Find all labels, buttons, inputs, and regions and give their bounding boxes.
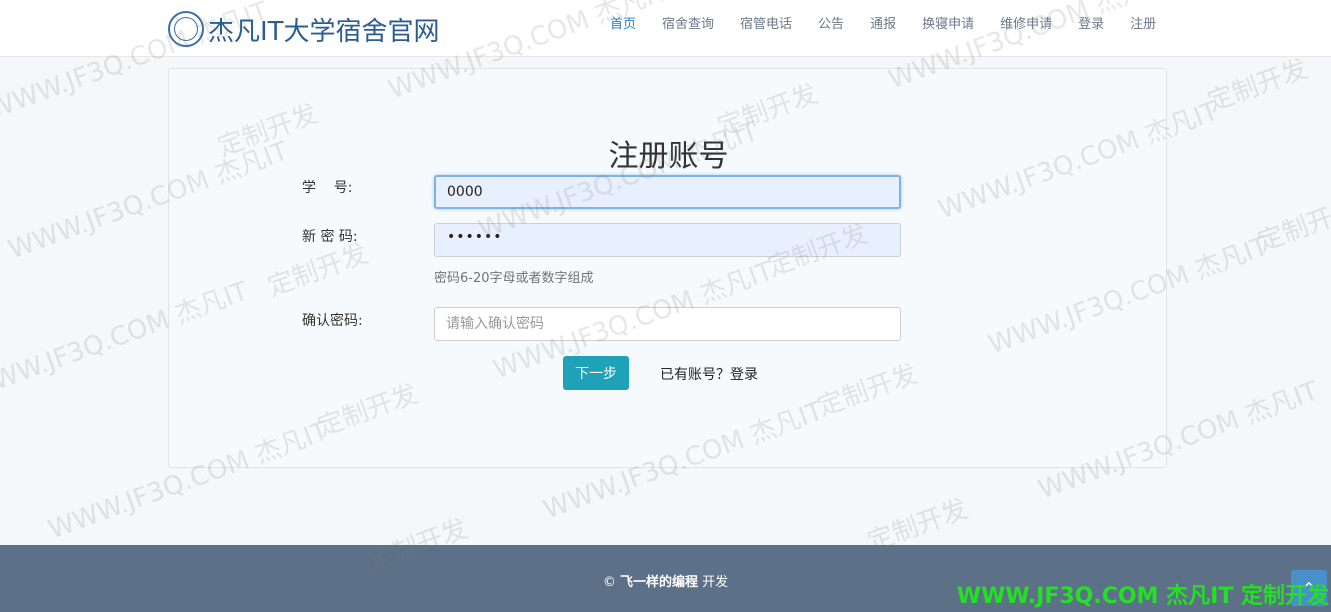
copyright-symbol: © [602, 575, 616, 590]
watermark-text: 定制开发 [1253, 193, 1331, 258]
promo-banner: WWW.JF3Q.COM 杰凡IT 定制开发 [956, 584, 1329, 609]
footer-suffix: 开发 [702, 575, 729, 590]
main-nav: 首页 宿舍查询 宿管电话 公告 通报 换寝申请 维修申请 登录 注册 [597, 0, 1169, 44]
nav-item-dorm-query[interactable]: 宿舍查询 [662, 13, 714, 32]
nav-item-room-change[interactable]: 换寝申请 [922, 13, 974, 32]
nav-item-notice[interactable]: 通报 [870, 13, 896, 32]
watermark-text: 定制开发 [1203, 53, 1312, 118]
site-footer: © 飞一样的编程 开发 ⌃ WWW.JF3Q.COM 杰凡IT 定制开发 [0, 545, 1331, 612]
brand[interactable]: 杰凡IT大学宿舍官网 [168, 10, 440, 48]
nav-item-register[interactable]: 注册 [1130, 13, 1156, 32]
confirm-password-input[interactable] [434, 307, 901, 341]
nav-item-dorm-phone[interactable]: 宿管电话 [740, 13, 792, 32]
site-header: 杰凡IT大学宿舍官网 首页 宿舍查询 宿管电话 公告 通报 换寝申请 维修申请 … [0, 0, 1331, 57]
next-step-button[interactable]: 下一步 [563, 356, 629, 390]
nav-item-login[interactable]: 登录 [1078, 13, 1104, 32]
nav-item-repair[interactable]: 维修申请 [1000, 13, 1052, 32]
nav-item-announcement[interactable]: 公告 [818, 13, 844, 32]
page-title: 注册账号 [608, 139, 729, 174]
brand-title: 杰凡IT大学宿舍官网 [208, 16, 440, 47]
login-link[interactable]: 已有账号？登录 [660, 364, 758, 384]
confirm-password-label: 确认密码: [302, 313, 363, 329]
student-id-label: 学 号: [302, 180, 353, 196]
footer-author: 飞一样的编程 [619, 575, 698, 590]
university-seal-icon [168, 11, 204, 47]
password-label: 新 密 码: [302, 229, 358, 245]
register-card: 注册账号 学 号: 新 密 码: •••••• 密码6-20字母或者数字组成 确… [168, 68, 1167, 468]
nav-item-home[interactable]: 首页 [610, 13, 636, 32]
password-input[interactable] [434, 223, 901, 257]
password-help-text: 密码6-20字母或者数字组成 [434, 271, 594, 286]
student-id-input[interactable] [434, 175, 901, 209]
